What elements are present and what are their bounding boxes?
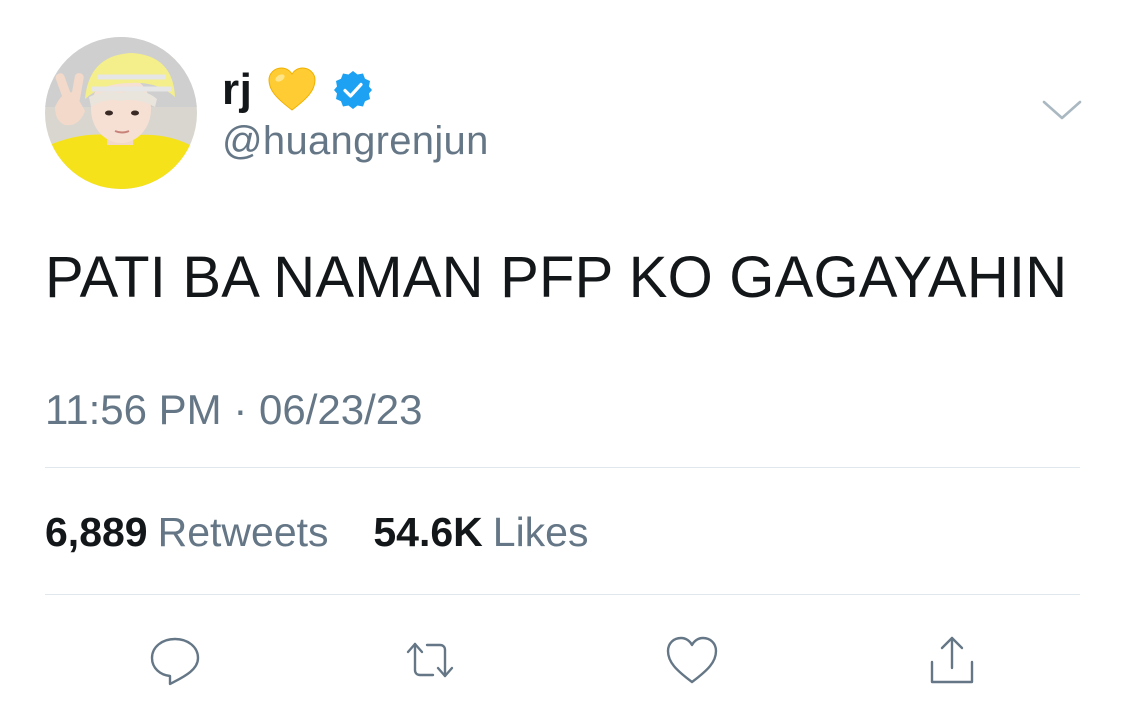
retweets-count: 6,889	[45, 509, 148, 555]
retweet-icon	[406, 642, 454, 678]
retweets-label: Retweets	[157, 509, 329, 555]
retweet-button[interactable]	[398, 628, 462, 692]
divider	[45, 467, 1080, 468]
verified-badge-icon	[334, 71, 373, 109]
tweet-card: rj @huangrenjun PATI BA NAMAN PFP KO GAG…	[0, 0, 1125, 727]
likes-stat[interactable]: 54.6K Likes	[373, 509, 588, 555]
likes-label: Likes	[492, 509, 589, 555]
share-icon	[930, 636, 974, 684]
reply-button[interactable]	[143, 628, 207, 692]
engagement-stats: 6,889 Retweets 54.6K Likes	[45, 508, 588, 557]
reply-icon	[150, 637, 200, 686]
tweet-text: PATI BA NAMAN PFP KO GAGAYAHIN	[45, 245, 1068, 310]
share-button[interactable]	[920, 628, 984, 692]
author-handle[interactable]: @huangrenjun	[222, 117, 489, 165]
display-name[interactable]: rj	[222, 68, 252, 112]
tweet-timestamp[interactable]: 11:56 PM · 06/23/23	[45, 385, 422, 435]
avatar-image	[45, 37, 197, 189]
like-heart-icon	[666, 636, 718, 684]
avatar[interactable]	[45, 37, 197, 189]
like-button[interactable]	[660, 628, 724, 692]
chevron-down-icon[interactable]	[1040, 96, 1084, 126]
author-name-row: rj	[222, 60, 374, 120]
yellow-heart-emoji-icon	[268, 67, 316, 111]
likes-count: 54.6K	[373, 509, 483, 555]
divider	[45, 594, 1080, 595]
retweets-stat[interactable]: 6,889 Retweets	[45, 509, 340, 555]
